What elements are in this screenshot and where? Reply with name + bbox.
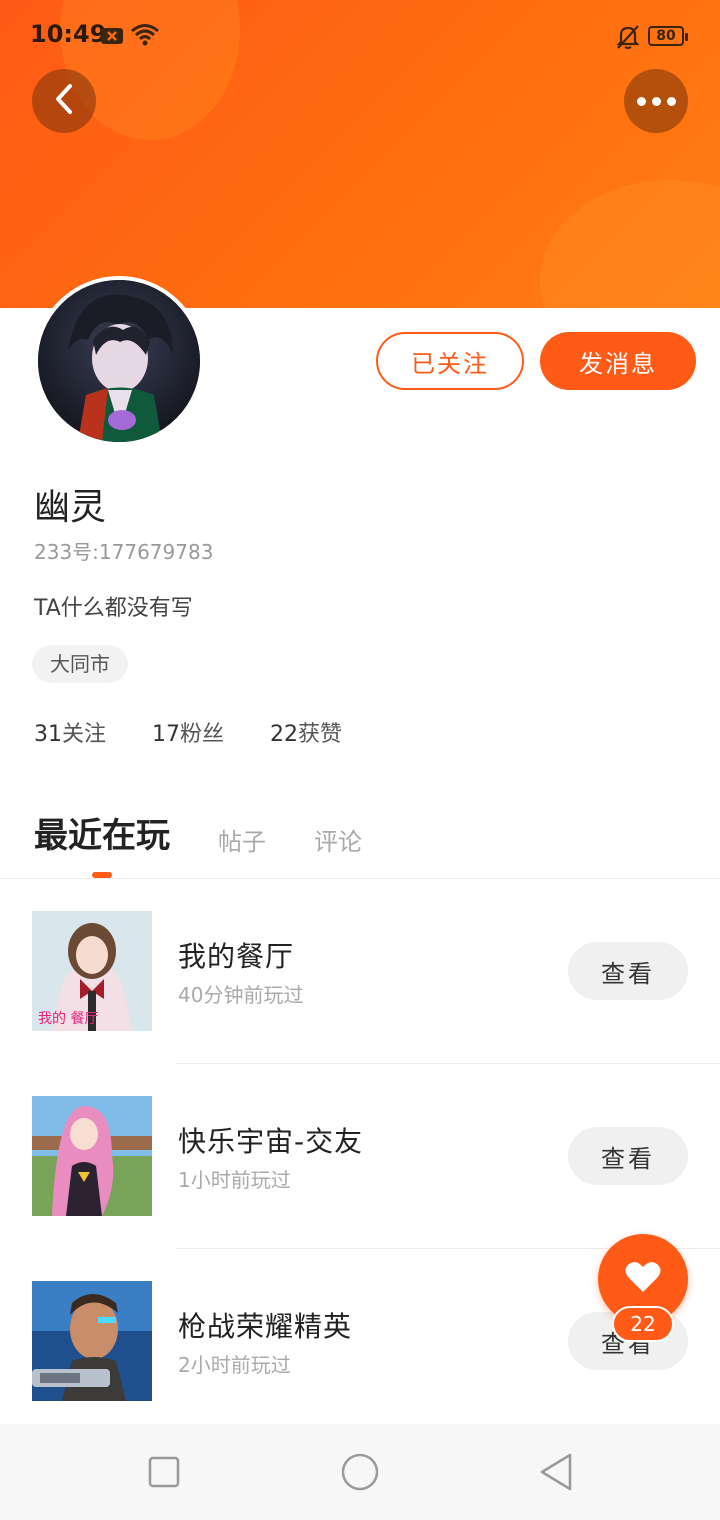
- tab-posts[interactable]: 帖子: [218, 822, 266, 857]
- status-time: 10:49: [30, 20, 107, 48]
- view-game-button[interactable]: 查看: [568, 942, 688, 1000]
- home-button[interactable]: [340, 1452, 380, 1496]
- profile-header-banner: 10:49 80: [0, 0, 720, 308]
- back-button[interactable]: [32, 69, 96, 133]
- tab-recently-played[interactable]: 最近在玩: [34, 808, 170, 857]
- battery-indicator: 80: [648, 26, 688, 46]
- game-thumbnail: [32, 1281, 152, 1401]
- user-avatar[interactable]: [34, 276, 204, 446]
- back-nav-button[interactable]: [538, 1452, 574, 1496]
- game-thumbnail: [32, 1096, 152, 1216]
- notification-icon: [100, 26, 124, 50]
- profile-tabs: 最近在玩 帖子 评论: [34, 808, 410, 857]
- system-nav-bar: [0, 1424, 720, 1520]
- like-count-badge: 22: [612, 1306, 674, 1342]
- game-last-played: 2小时前玩过: [178, 1353, 291, 1377]
- game-list-item[interactable]: 我的 餐厅 我的餐厅 40分钟前玩过 查看: [0, 911, 720, 1096]
- game-thumbnail: 我的 餐厅: [32, 911, 152, 1031]
- user-nickname: 幽灵: [34, 487, 107, 528]
- stat-following[interactable]: 31关注: [34, 716, 106, 748]
- divider: [0, 878, 720, 879]
- game-title: 快乐宇宙-交友: [178, 1125, 364, 1158]
- view-game-button[interactable]: 查看: [568, 1127, 688, 1185]
- wifi-icon: [130, 22, 160, 50]
- more-dots-icon: [636, 96, 676, 106]
- svg-text:我的 餐厅: 我的 餐厅: [38, 1011, 98, 1027]
- send-message-button[interactable]: 发消息: [540, 332, 696, 390]
- mute-bell-icon: [616, 24, 640, 54]
- more-options-button[interactable]: [624, 69, 688, 133]
- banner-decoration: [540, 180, 720, 308]
- stat-fans[interactable]: 17粉丝: [152, 716, 224, 748]
- status-bar: 10:49 80: [0, 14, 720, 58]
- followed-button[interactable]: 已关注: [376, 332, 524, 390]
- game-last-played: 40分钟前玩过: [178, 983, 304, 1007]
- tab-comments[interactable]: 评论: [314, 822, 362, 857]
- chevron-left-icon: [53, 83, 75, 119]
- divider: [176, 1063, 720, 1064]
- heart-icon: [624, 1260, 662, 1298]
- user-id: 233号:177679783: [34, 540, 214, 564]
- game-last-played: 1小时前玩过: [178, 1168, 291, 1192]
- profile-stats: 31关注 17粉丝 22获赞: [34, 716, 342, 748]
- game-title: 枪战荣耀精英: [178, 1310, 353, 1343]
- recent-apps-button[interactable]: [148, 1456, 180, 1492]
- user-bio: TA什么都没有写: [34, 596, 193, 621]
- stat-likes[interactable]: 22获赞: [270, 716, 342, 748]
- game-title: 我的餐厅: [178, 940, 295, 973]
- city-tag: 大同市: [32, 645, 128, 683]
